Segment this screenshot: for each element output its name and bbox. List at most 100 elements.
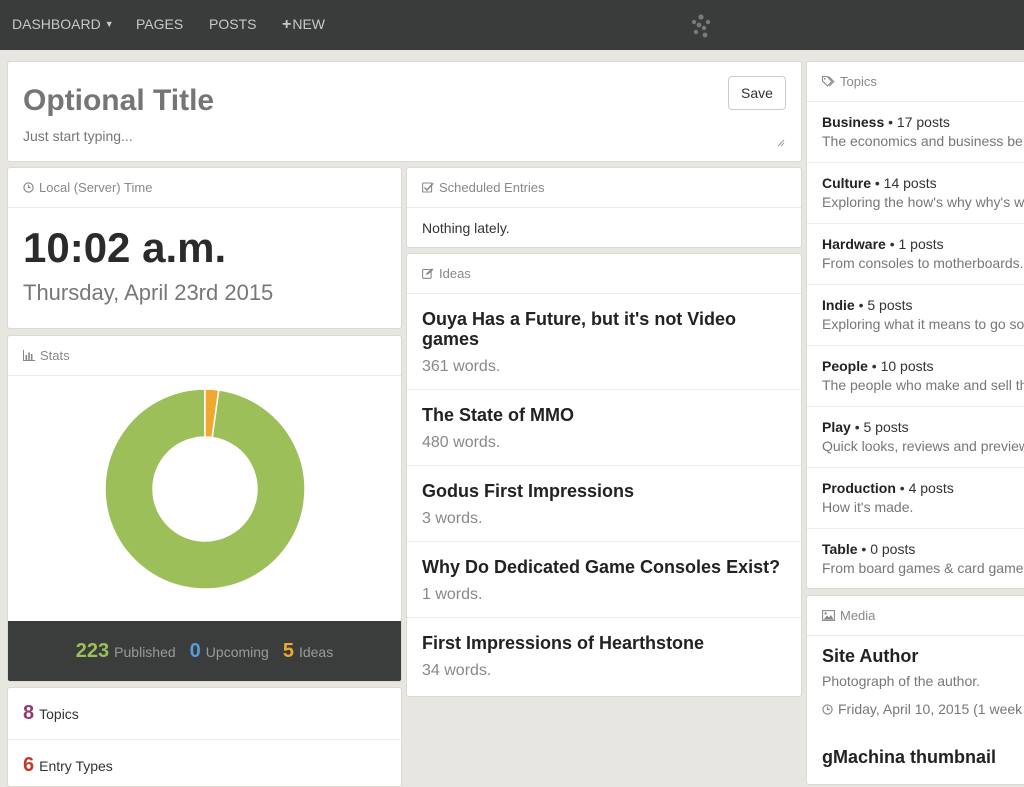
idea-word-count: 34 words. [422,662,492,679]
clock-icon [822,703,833,715]
upcoming-count: 0 [189,639,201,662]
topics-count-row[interactable]: 8 Topics [8,688,401,740]
ideas-heading-text: Ideas [439,266,471,281]
topic-item[interactable]: Production • 4 posts How it's made. [807,468,1024,529]
current-time: 10:02 a.m. [23,224,227,271]
idea-word-count: 480 words. [422,434,501,451]
topic-description: From consoles to motherboards. [822,255,1024,271]
upcoming-label: Upcoming [205,643,269,660]
idea-item[interactable]: Ouya Has a Future, but it's not Video ga… [407,294,801,390]
ideas-panel: Ideas Ouya Has a Future, but it's not Vi… [406,253,802,697]
stats-heading-text: Stats [40,348,70,363]
topic-description: From board games & card game [822,560,1024,576]
tags-icon [822,76,835,87]
topic-name: Hardware [822,236,886,252]
topic-item[interactable]: Hardware • 1 posts From consoles to moth… [807,224,1024,285]
media-panel: Media Site Author Photograph of the auth… [806,595,1024,785]
nav-new-link[interactable]: +NEW [282,16,325,33]
entry-types-count-label: Entry Types [39,757,113,774]
topic-name: People [822,358,868,374]
nav-dashboard-dropdown[interactable]: DASHBOARD ▼ [12,16,114,33]
idea-word-count: 361 words. [422,358,501,375]
bar-chart-icon [23,350,35,361]
check-square-icon [422,182,434,193]
resize-handle-icon[interactable] [777,139,785,147]
nav-dashboard-label: DASHBOARD [12,16,101,32]
topic-item[interactable]: Indie • 5 posts Exploring what it means … [807,285,1024,346]
topic-post-count: • 0 posts [861,541,916,557]
topic-item[interactable]: Table • 0 posts From board games & card … [807,529,1024,588]
scheduled-empty-text: Nothing lately. [422,220,510,236]
topic-post-count: • 14 posts [874,175,937,191]
stats-heading: Stats [8,336,401,376]
topics-heading: Topics [807,62,1024,102]
topic-post-count: • 5 posts [858,297,913,313]
brand-logo-icon[interactable] [688,13,714,39]
topic-post-count: • 1 posts [889,236,944,252]
topic-name: Table [822,541,858,557]
top-navbar: DASHBOARD ▼ PAGES POSTS +NEW [0,0,1024,50]
stats-summary-bar: 223 Published 0 Upcoming 5 Ideas [8,621,401,681]
media-item[interactable]: gMachina thumbnail [807,717,1024,768]
media-title: Site Author [822,646,919,666]
compose-panel: Save [7,61,802,162]
published-stat[interactable]: 223 Published [76,640,176,663]
topics-heading-text: Topics [840,74,877,89]
clock-icon [23,182,34,193]
ideas-heading: Ideas [407,254,801,294]
nav-posts-link[interactable]: POSTS [209,16,256,33]
ideas-stat[interactable]: 5 Ideas [283,640,333,663]
save-button[interactable]: Save [728,76,786,110]
nav-new-label: NEW [292,16,326,32]
scheduled-entries-panel: Scheduled Entries Nothing lately. [406,167,802,248]
scheduled-heading-text: Scheduled Entries [439,180,545,195]
entry-types-count-row[interactable]: 6 Entry Types [8,740,401,786]
idea-item[interactable]: First Impressions of Hearthstone 34 word… [407,618,801,693]
topic-name: Play [822,419,851,435]
topic-item[interactable]: People • 10 posts The people who make an… [807,346,1024,407]
ideas-label: Ideas [298,643,334,660]
published-label: Published [114,643,176,660]
topic-post-count: • 5 posts [854,419,909,435]
idea-title: Why Do Dedicated Game Consoles Exist? [422,557,781,577]
idea-word-count: 3 words. [422,510,483,527]
body-textarea[interactable] [23,128,783,146]
idea-title: Godus First Impressions [422,481,635,501]
topic-item[interactable]: Play • 5 posts Quick looks, reviews and … [807,407,1024,468]
media-item[interactable]: Site Author Photograph of the author. Fr… [807,636,1024,717]
topic-post-count: • 17 posts [888,114,950,130]
title-input[interactable] [23,84,423,118]
plus-icon: + [282,16,292,33]
topic-description: The people who make and sell th [822,377,1024,393]
media-heading: Media [807,596,1024,636]
counts-panel: 8 Topics 6 Entry Types [7,687,402,787]
media-date: Friday, April 10, 2015 (1 week [822,701,1022,717]
idea-title: First Impressions of Hearthstone [422,633,705,653]
upcoming-stat[interactable]: 0 Upcoming [190,640,269,663]
idea-item[interactable]: The State of MMO 480 words. [407,390,801,466]
idea-title: The State of MMO [422,405,574,425]
idea-word-count: 1 words. [422,586,483,603]
topic-post-count: • 10 posts [871,358,934,374]
nav-pages-link[interactable]: PAGES [136,16,183,33]
local-time-heading-text: Local (Server) Time [39,180,153,195]
topic-item[interactable]: Culture • 14 posts Exploring the how's w… [807,163,1024,224]
stats-donut-chart [104,388,306,590]
idea-item[interactable]: Why Do Dedicated Game Consoles Exist? 1 … [407,542,801,618]
local-time-panel: Local (Server) Time 10:02 a.m. Thursday,… [7,167,402,329]
topics-count-label: Topics [39,705,79,722]
topic-name: Production [822,480,896,496]
topic-description: Exploring what it means to go so [822,316,1024,332]
idea-item[interactable]: Godus First Impressions 3 words. [407,466,801,542]
topic-description: How it's made. [822,499,914,515]
scheduled-heading: Scheduled Entries [407,168,801,208]
media-heading-text: Media [840,608,876,623]
published-count: 223 [75,639,110,662]
topic-description: Quick looks, reviews and preview [822,438,1024,454]
topic-name: Business [822,114,885,130]
topic-name: Indie [822,297,855,313]
local-time-heading: Local (Server) Time [8,168,401,208]
ideas-count: 5 [282,639,294,662]
stats-panel: Stats 223 Published 0 Upcoming 5 Ideas [7,335,402,682]
topic-item[interactable]: Business • 17 posts The economics and bu… [807,102,1024,163]
